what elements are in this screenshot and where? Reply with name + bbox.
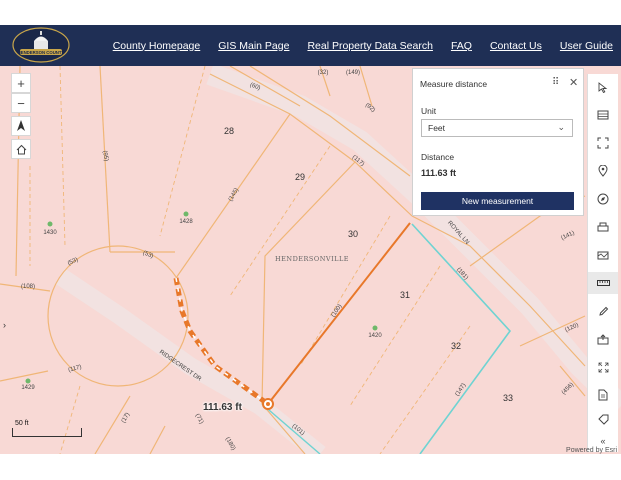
select-arrow-icon[interactable] — [588, 76, 618, 98]
scale-bar: 50 ft — [12, 420, 82, 437]
close-icon[interactable]: ✕ — [569, 76, 578, 89]
nav-real-property-search[interactable]: Real Property Data Search — [307, 40, 432, 52]
county-logo[interactable]: HENDERSON COUNTY — [12, 27, 70, 63]
measure-distance-panel: Measure distance ⠿ ✕ Unit Feet ⌄ Distanc… — [412, 68, 584, 216]
compass-nav-icon[interactable] — [588, 188, 618, 210]
nav-contact-us[interactable]: Contact Us — [490, 40, 542, 52]
zoom-in-button[interactable]: + — [11, 73, 31, 93]
subdivision-label: HENDERSONVILLE — [274, 255, 350, 263]
new-measurement-button[interactable]: New measurement — [421, 192, 574, 210]
address-label: 1428 — [179, 219, 193, 225]
address-label: 1430 — [43, 230, 57, 236]
unit-label: Unit — [421, 106, 437, 116]
right-toolbar: « — [587, 74, 618, 452]
lot-number: 32 — [450, 341, 462, 351]
measurement-label: 111.63 ft — [203, 402, 242, 413]
zoom-out-button[interactable]: − — [11, 93, 31, 113]
draw-pencil-icon[interactable] — [588, 300, 618, 322]
layer-list-icon[interactable] — [588, 104, 618, 126]
drag-handle-icon[interactable]: ⠿ — [552, 77, 559, 88]
address-label: 1429 — [21, 385, 35, 391]
lot-number: 30 — [347, 229, 359, 239]
header-bar: HENDERSON COUNTY County Homepage GIS Mai… — [0, 25, 621, 66]
panel-title: Measure distance — [420, 79, 488, 89]
fullscreen-icon[interactable] — [588, 356, 618, 378]
share-icon[interactable] — [588, 328, 618, 350]
unit-value: Feet — [428, 123, 446, 133]
lot-number: 29 — [294, 172, 306, 182]
top-nav: County Homepage GIS Main Page Real Prope… — [113, 25, 613, 66]
home-button[interactable] — [11, 139, 31, 159]
distance-value: 111.63 ft — [421, 168, 457, 178]
dimension-label: (149) — [345, 70, 361, 76]
extent-icon[interactable] — [588, 132, 618, 154]
logo-text: HENDERSON COUNTY — [18, 50, 65, 55]
measure-ruler-icon[interactable] — [588, 272, 618, 294]
address-label: 1420 — [368, 333, 382, 339]
nav-user-guide[interactable]: User Guide — [560, 40, 613, 52]
location-pin-icon[interactable] — [588, 160, 618, 182]
expand-left-icon[interactable]: › — [3, 320, 6, 330]
home-icon — [16, 144, 26, 154]
unit-select[interactable]: Feet ⌄ — [421, 119, 573, 137]
top-band — [0, 0, 621, 25]
distance-label: Distance — [421, 152, 455, 162]
tag-icon[interactable] — [588, 408, 618, 430]
dimension-label: (108) — [20, 284, 36, 290]
bottom-band — [0, 454, 621, 480]
print-icon[interactable] — [588, 216, 618, 238]
compass-button[interactable] — [11, 116, 31, 136]
attribution-text: Powered by Esri — [566, 447, 617, 454]
nav-gis-main-page[interactable]: GIS Main Page — [218, 40, 289, 52]
chevron-down-icon: ⌄ — [557, 122, 565, 132]
document-icon[interactable] — [588, 384, 618, 406]
lot-number: 31 — [399, 290, 411, 300]
dimension-label: (32) — [317, 70, 329, 76]
lot-number: 33 — [502, 393, 514, 403]
nav-faq[interactable]: FAQ — [451, 40, 472, 52]
compass-icon — [17, 120, 25, 131]
scale-label: 50 ft — [15, 420, 29, 427]
lot-number: 28 — [223, 126, 235, 136]
nav-county-homepage[interactable]: County Homepage — [113, 40, 201, 52]
basemap-icon[interactable] — [588, 244, 618, 266]
